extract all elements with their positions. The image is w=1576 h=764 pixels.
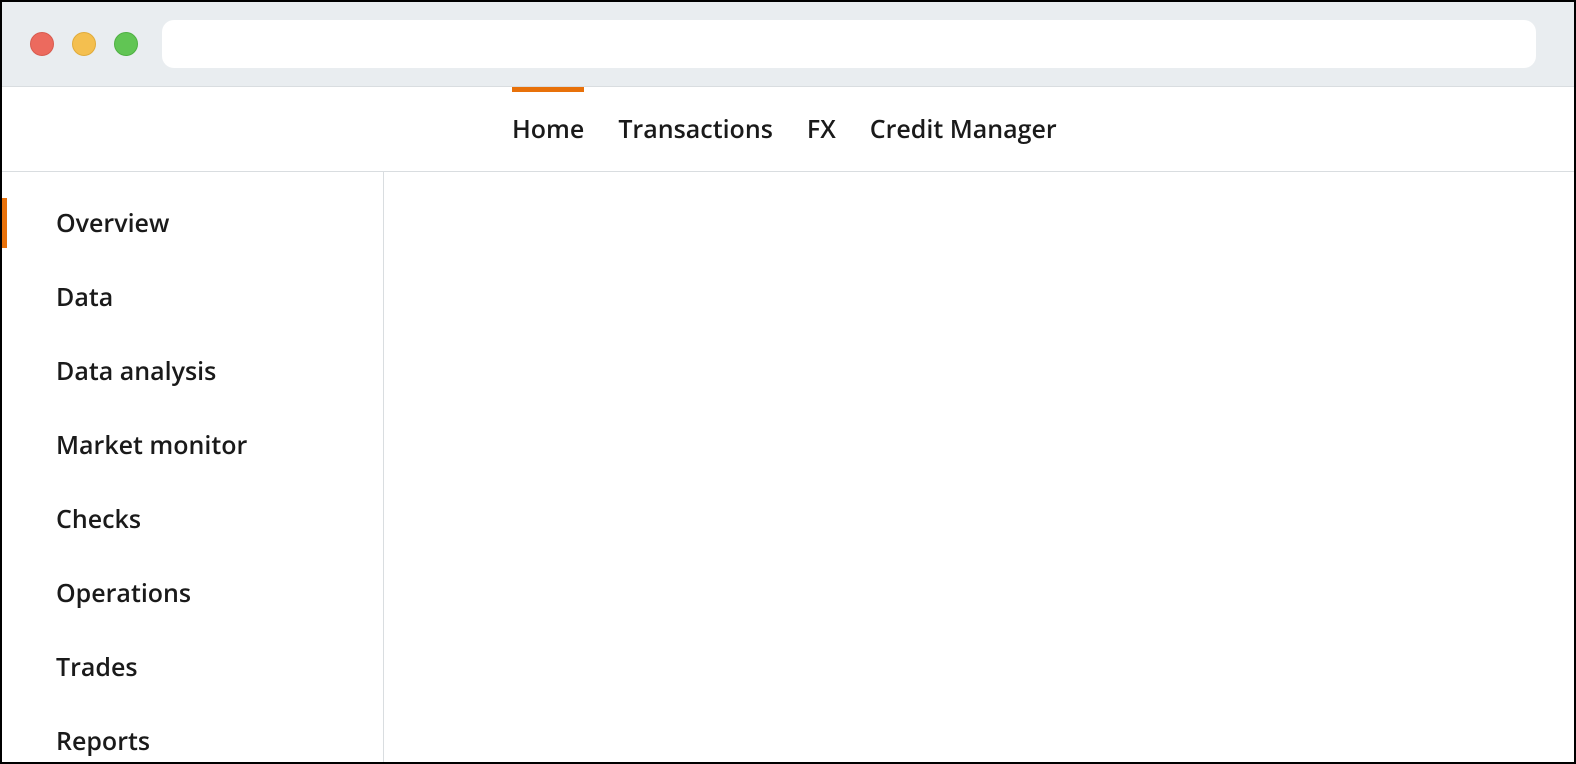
sidebar-item-trades[interactable]: Trades bbox=[2, 630, 383, 704]
sidebar-item-data-analysis[interactable]: Data analysis bbox=[2, 334, 383, 408]
sidebar-item-label: Reports bbox=[56, 724, 150, 758]
top-nav-transactions[interactable]: Transactions bbox=[618, 87, 773, 171]
top-nav: Home Transactions FX Credit Manager bbox=[2, 87, 1574, 172]
address-bar[interactable] bbox=[162, 20, 1536, 68]
top-nav-label: Transactions bbox=[618, 112, 773, 146]
sidebar-item-label: Market monitor bbox=[56, 428, 247, 462]
sidebar-item-checks[interactable]: Checks bbox=[2, 482, 383, 556]
titlebar bbox=[2, 2, 1574, 87]
top-nav-home[interactable]: Home bbox=[512, 87, 584, 171]
sidebar-item-market-monitor[interactable]: Market monitor bbox=[2, 408, 383, 482]
sidebar-item-operations[interactable]: Operations bbox=[2, 556, 383, 630]
sidebar-item-label: Data bbox=[56, 280, 113, 314]
top-nav-credit-manager[interactable]: Credit Manager bbox=[870, 87, 1057, 171]
sidebar-item-reports[interactable]: Reports bbox=[2, 704, 383, 762]
top-nav-label: FX bbox=[807, 112, 836, 146]
body-area: Overview Data Data analysis Market monit… bbox=[2, 172, 1574, 762]
minimize-window-icon[interactable] bbox=[72, 32, 96, 56]
top-nav-label: Credit Manager bbox=[870, 112, 1057, 146]
top-nav-label: Home bbox=[512, 112, 584, 146]
traffic-lights bbox=[30, 32, 138, 56]
sidebar-item-label: Checks bbox=[56, 502, 141, 536]
sidebar-item-data[interactable]: Data bbox=[2, 260, 383, 334]
main-content bbox=[384, 172, 1574, 762]
close-window-icon[interactable] bbox=[30, 32, 54, 56]
top-nav-fx[interactable]: FX bbox=[807, 87, 836, 171]
sidebar-item-label: Data analysis bbox=[56, 354, 216, 388]
sidebar-item-overview[interactable]: Overview bbox=[2, 186, 383, 260]
window-frame: Home Transactions FX Credit Manager Over… bbox=[0, 0, 1576, 764]
sidebar-item-label: Operations bbox=[56, 576, 191, 610]
maximize-window-icon[interactable] bbox=[114, 32, 138, 56]
sidebar-item-label: Overview bbox=[56, 206, 169, 240]
sidebar-item-label: Trades bbox=[56, 650, 138, 684]
sidebar: Overview Data Data analysis Market monit… bbox=[2, 172, 384, 762]
